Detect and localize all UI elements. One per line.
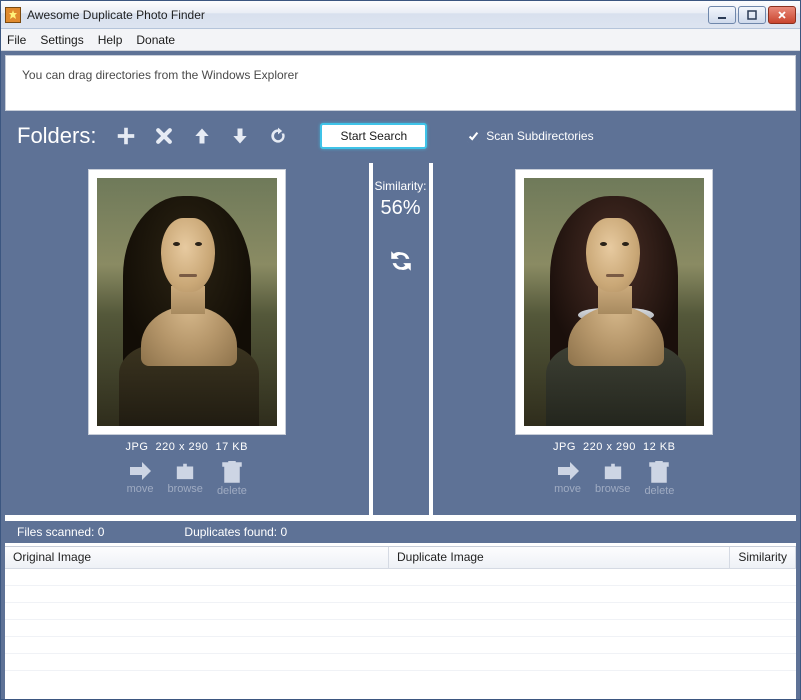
table-row	[5, 654, 796, 671]
refresh-button[interactable]	[264, 122, 292, 150]
similarity-label: Similarity:	[374, 179, 426, 193]
left-delete-button[interactable]: delete	[217, 461, 247, 497]
comparison-panel: JPG 220 x 290 17 KB move browse delete	[5, 163, 796, 515]
right-image-meta: JPG 220 x 290 12 KB	[553, 441, 675, 453]
add-folder-button[interactable]	[112, 122, 140, 150]
results-header: Original Image Duplicate Image Similarit…	[5, 547, 796, 569]
start-search-button[interactable]: Start Search	[320, 123, 427, 149]
table-row	[5, 637, 796, 654]
right-image-panel: JPG 220 x 290 12 KB move browse delete	[433, 163, 797, 515]
titlebar: Awesome Duplicate Photo Finder	[1, 1, 800, 29]
table-row	[5, 603, 796, 620]
menu-file[interactable]: File	[7, 33, 26, 47]
right-browse-button[interactable]: browse	[595, 461, 630, 497]
swap-button[interactable]	[388, 248, 414, 277]
left-image-preview	[97, 178, 277, 426]
table-row	[5, 620, 796, 637]
duplicates-found: Duplicates found: 0	[184, 525, 287, 539]
menu-donate[interactable]: Donate	[136, 33, 175, 47]
scan-subdirectories-label: Scan Subdirectories	[486, 129, 593, 143]
folders-label: Folders:	[17, 123, 96, 149]
table-row	[5, 586, 796, 603]
window-controls	[708, 6, 796, 24]
scan-subdirectories-option[interactable]: Scan Subdirectories	[467, 129, 593, 143]
right-image-frame[interactable]	[515, 169, 713, 435]
folder-drop-zone[interactable]: You can drag directories from the Window…	[5, 55, 796, 111]
left-image-panel: JPG 220 x 290 17 KB move browse delete	[5, 163, 369, 515]
move-up-button[interactable]	[188, 122, 216, 150]
menubar: File Settings Help Donate	[1, 29, 800, 51]
menu-settings[interactable]: Settings	[40, 33, 83, 47]
scan-subdirectories-checkbox[interactable]	[467, 130, 480, 143]
col-similarity[interactable]: Similarity	[730, 547, 796, 568]
similarity-column: Similarity: 56%	[369, 163, 433, 515]
left-browse-button[interactable]: browse	[167, 461, 202, 497]
move-down-button[interactable]	[226, 122, 254, 150]
status-bar: Files scanned: 0 Duplicates found: 0	[5, 521, 796, 543]
menu-help[interactable]: Help	[98, 33, 123, 47]
col-original[interactable]: Original Image	[5, 547, 389, 568]
results-table: Original Image Duplicate Image Similarit…	[5, 546, 796, 699]
right-move-button[interactable]: move	[554, 461, 581, 497]
files-scanned: Files scanned: 0	[17, 525, 104, 539]
col-duplicate[interactable]: Duplicate Image	[389, 547, 730, 568]
close-button[interactable]	[768, 6, 796, 24]
results-body[interactable]	[5, 569, 796, 699]
window-title: Awesome Duplicate Photo Finder	[27, 8, 708, 22]
app-icon	[5, 7, 21, 23]
table-row	[5, 569, 796, 586]
similarity-value: 56%	[380, 197, 420, 220]
remove-folder-button[interactable]	[150, 122, 178, 150]
drop-hint-text: You can drag directories from the Window…	[22, 68, 298, 82]
minimize-button[interactable]	[708, 6, 736, 24]
maximize-button[interactable]	[738, 6, 766, 24]
right-image-preview	[524, 178, 704, 426]
left-image-meta: JPG 220 x 290 17 KB	[126, 441, 248, 453]
right-delete-button[interactable]: delete	[644, 461, 674, 497]
left-move-button[interactable]: move	[127, 461, 154, 497]
folders-toolbar: Folders: Start Search Scan Subdirectorie…	[5, 115, 796, 157]
left-image-frame[interactable]	[88, 169, 286, 435]
